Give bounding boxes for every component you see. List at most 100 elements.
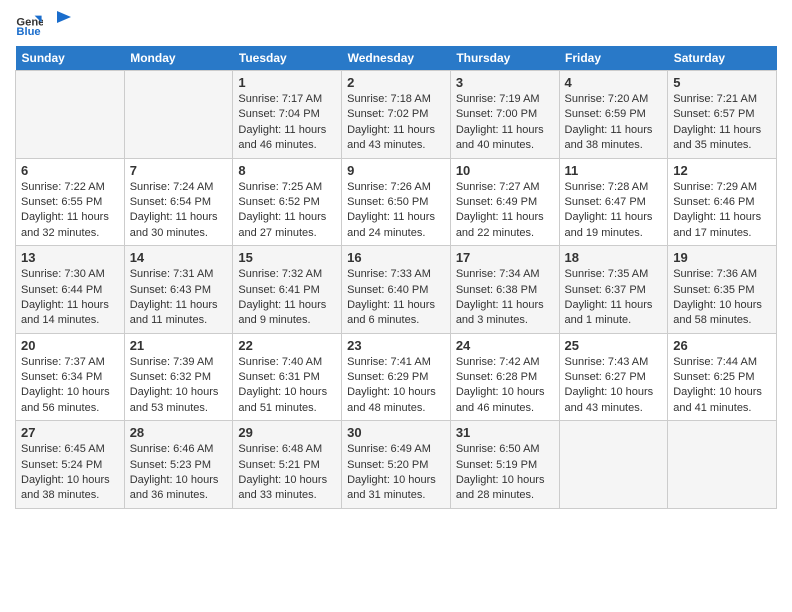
calendar-cell: 9 Sunrise: 7:26 AM Sunset: 6:50 PM Daylig…: [342, 158, 451, 246]
day-number: 20: [21, 338, 119, 353]
calendar-cell: [124, 71, 233, 159]
day-info: Sunrise: 7:36 AM Sunset: 6:35 PM Dayligh…: [673, 267, 771, 329]
day-info: Sunrise: 6:46 AM Sunset: 5:23 PM Dayligh…: [130, 442, 228, 504]
day-info: Sunrise: 7:42 AM Sunset: 6:28 PM Dayligh…: [456, 355, 554, 417]
day-info: Sunrise: 7:17 AM Sunset: 7:04 PM Dayligh…: [238, 92, 336, 154]
weekday-header: Sunday: [16, 46, 125, 71]
day-number: 2: [347, 75, 445, 90]
calendar-cell: 16Sunrise: 7:33 AM Sunset: 6:40 PM Dayli…: [342, 246, 451, 334]
calendar-cell: 12 Sunrise: 7:29 AM Sunset: 6:46 PM Dayli…: [668, 158, 777, 246]
day-info: Sunrise: 7:21 AM Sunset: 6:57 PM Dayligh…: [673, 92, 771, 154]
day-info: Sunrise: 7:24 AM Sunset: 6:54 PM Dayligh…: [130, 180, 228, 242]
page-header: General Blue: [15, 10, 777, 38]
day-number: 13: [21, 250, 119, 265]
day-info: Sunrise: 7:22 AM Sunset: 6:55 PM Dayligh…: [21, 180, 119, 242]
weekday-header: Friday: [559, 46, 668, 71]
calendar-cell: 4Sunrise: 7:20 AM Sunset: 6:59 PM Daylig…: [559, 71, 668, 159]
calendar-cell: 15 Sunrise: 7:32 AM Sunset: 6:41 PM Dayli…: [233, 246, 342, 334]
day-number: 15: [238, 250, 336, 265]
calendar-cell: 19 Sunrise: 7:36 AM Sunset: 6:35 PM Dayli…: [668, 246, 777, 334]
day-number: 25: [565, 338, 663, 353]
calendar-cell: 29 Sunrise: 6:48 AM Sunset: 5:21 PM Dayli…: [233, 421, 342, 509]
day-info: Sunrise: 7:33 AM Sunset: 6:40 PM Dayligh…: [347, 267, 445, 329]
day-info: Sunrise: 7:35 AM Sunset: 6:37 PM Dayligh…: [565, 267, 663, 329]
day-number: 18: [565, 250, 663, 265]
day-number: 5: [673, 75, 771, 90]
calendar-cell: 23 Sunrise: 7:41 AM Sunset: 6:29 PM Dayli…: [342, 333, 451, 421]
day-info: Sunrise: 6:48 AM Sunset: 5:21 PM Dayligh…: [238, 442, 336, 504]
logo-icon: General Blue: [15, 10, 43, 38]
calendar-week-row: 20 Sunrise: 7:37 AM Sunset: 6:34 PM Dayli…: [16, 333, 777, 421]
day-number: 26: [673, 338, 771, 353]
calendar-cell: 22Sunrise: 7:40 AM Sunset: 6:31 PM Dayli…: [233, 333, 342, 421]
day-info: Sunrise: 7:29 AM Sunset: 6:46 PM Dayligh…: [673, 180, 771, 242]
calendar-cell: 13 Sunrise: 7:30 AM Sunset: 6:44 PM Dayli…: [16, 246, 125, 334]
logo: General Blue: [15, 10, 75, 38]
calendar-cell: 21 Sunrise: 7:39 AM Sunset: 6:32 PM Dayli…: [124, 333, 233, 421]
calendar-cell: 28 Sunrise: 6:46 AM Sunset: 5:23 PM Dayli…: [124, 421, 233, 509]
day-number: 8: [238, 163, 336, 178]
calendar-cell: 3Sunrise: 7:19 AM Sunset: 7:00 PM Daylig…: [450, 71, 559, 159]
calendar-week-row: 1 Sunrise: 7:17 AM Sunset: 7:04 PM Daylig…: [16, 71, 777, 159]
day-info: Sunrise: 6:50 AM Sunset: 5:19 PM Dayligh…: [456, 442, 554, 504]
calendar-week-row: 6 Sunrise: 7:22 AM Sunset: 6:55 PM Daylig…: [16, 158, 777, 246]
day-number: 12: [673, 163, 771, 178]
calendar-cell: [668, 421, 777, 509]
day-info: Sunrise: 7:43 AM Sunset: 6:27 PM Dayligh…: [565, 355, 663, 417]
day-number: 23: [347, 338, 445, 353]
day-info: Sunrise: 7:31 AM Sunset: 6:43 PM Dayligh…: [130, 267, 228, 329]
calendar-cell: [16, 71, 125, 159]
day-number: 10: [456, 163, 554, 178]
calendar-cell: 30 Sunrise: 6:49 AM Sunset: 5:20 PM Dayli…: [342, 421, 451, 509]
calendar-cell: 17Sunrise: 7:34 AM Sunset: 6:38 PM Dayli…: [450, 246, 559, 334]
logo-flag-icon: [53, 9, 75, 31]
day-info: Sunrise: 7:41 AM Sunset: 6:29 PM Dayligh…: [347, 355, 445, 417]
calendar-cell: 11 Sunrise: 7:28 AM Sunset: 6:47 PM Dayli…: [559, 158, 668, 246]
day-number: 22: [238, 338, 336, 353]
day-number: 31: [456, 425, 554, 440]
day-info: Sunrise: 6:49 AM Sunset: 5:20 PM Dayligh…: [347, 442, 445, 504]
calendar-cell: 24 Sunrise: 7:42 AM Sunset: 6:28 PM Dayli…: [450, 333, 559, 421]
day-number: 28: [130, 425, 228, 440]
day-info: Sunrise: 7:37 AM Sunset: 6:34 PM Dayligh…: [21, 355, 119, 417]
day-number: 7: [130, 163, 228, 178]
day-number: 30: [347, 425, 445, 440]
weekday-header-row: SundayMondayTuesdayWednesdayThursdayFrid…: [16, 46, 777, 71]
calendar-cell: 5 Sunrise: 7:21 AM Sunset: 6:57 PM Daylig…: [668, 71, 777, 159]
calendar-cell: 25 Sunrise: 7:43 AM Sunset: 6:27 PM Dayli…: [559, 333, 668, 421]
day-info: Sunrise: 7:34 AM Sunset: 6:38 PM Dayligh…: [456, 267, 554, 329]
calendar-cell: 27 Sunrise: 6:45 AM Sunset: 5:24 PM Dayli…: [16, 421, 125, 509]
day-info: Sunrise: 7:28 AM Sunset: 6:47 PM Dayligh…: [565, 180, 663, 242]
day-info: Sunrise: 6:45 AM Sunset: 5:24 PM Dayligh…: [21, 442, 119, 504]
day-info: Sunrise: 7:30 AM Sunset: 6:44 PM Dayligh…: [21, 267, 119, 329]
calendar-week-row: 13 Sunrise: 7:30 AM Sunset: 6:44 PM Dayli…: [16, 246, 777, 334]
day-number: 9: [347, 163, 445, 178]
day-number: 29: [238, 425, 336, 440]
weekday-header: Monday: [124, 46, 233, 71]
calendar-cell: 1 Sunrise: 7:17 AM Sunset: 7:04 PM Daylig…: [233, 71, 342, 159]
day-info: Sunrise: 7:39 AM Sunset: 6:32 PM Dayligh…: [130, 355, 228, 417]
calendar-cell: 8 Sunrise: 7:25 AM Sunset: 6:52 PM Daylig…: [233, 158, 342, 246]
calendar-cell: 6 Sunrise: 7:22 AM Sunset: 6:55 PM Daylig…: [16, 158, 125, 246]
day-number: 24: [456, 338, 554, 353]
day-number: 11: [565, 163, 663, 178]
calendar-week-row: 27 Sunrise: 6:45 AM Sunset: 5:24 PM Dayli…: [16, 421, 777, 509]
day-number: 27: [21, 425, 119, 440]
day-info: Sunrise: 7:25 AM Sunset: 6:52 PM Dayligh…: [238, 180, 336, 242]
day-number: 1: [238, 75, 336, 90]
day-info: Sunrise: 7:26 AM Sunset: 6:50 PM Dayligh…: [347, 180, 445, 242]
calendar-cell: 20 Sunrise: 7:37 AM Sunset: 6:34 PM Dayli…: [16, 333, 125, 421]
day-info: Sunrise: 7:32 AM Sunset: 6:41 PM Dayligh…: [238, 267, 336, 329]
weekday-header: Saturday: [668, 46, 777, 71]
day-info: Sunrise: 7:20 AM Sunset: 6:59 PM Dayligh…: [565, 92, 663, 154]
day-info: Sunrise: 7:44 AM Sunset: 6:25 PM Dayligh…: [673, 355, 771, 417]
calendar-table: SundayMondayTuesdayWednesdayThursdayFrid…: [15, 46, 777, 509]
weekday-header: Tuesday: [233, 46, 342, 71]
day-number: 21: [130, 338, 228, 353]
calendar-cell: 26 Sunrise: 7:44 AM Sunset: 6:25 PM Dayli…: [668, 333, 777, 421]
weekday-header: Thursday: [450, 46, 559, 71]
day-number: 19: [673, 250, 771, 265]
day-number: 6: [21, 163, 119, 178]
calendar-cell: 14Sunrise: 7:31 AM Sunset: 6:43 PM Dayli…: [124, 246, 233, 334]
day-info: Sunrise: 7:19 AM Sunset: 7:00 PM Dayligh…: [456, 92, 554, 154]
